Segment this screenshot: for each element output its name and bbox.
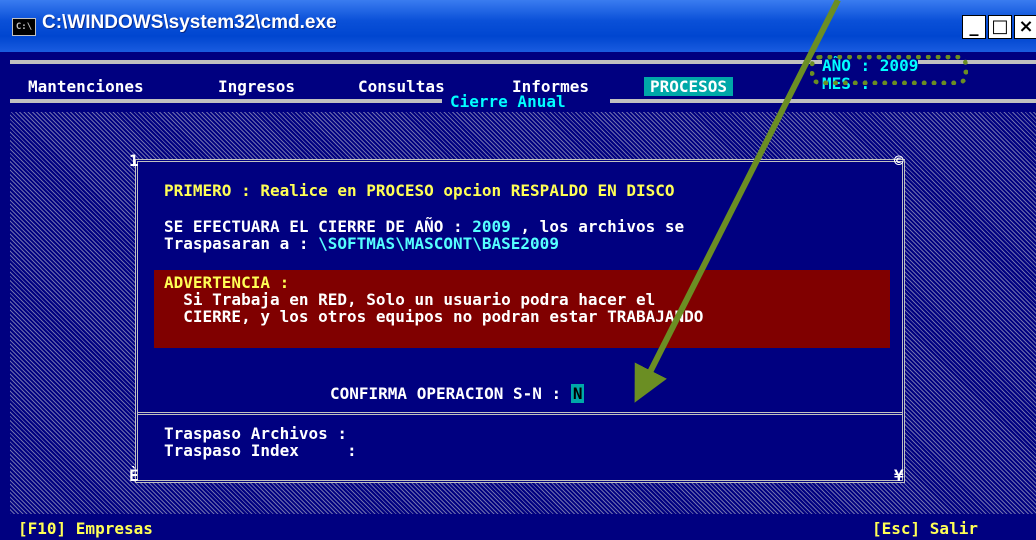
confirm-input[interactable]: N	[570, 384, 585, 403]
transfer-line: Traspasaran a : \SOFTMAS\MASCONT\BASE200…	[164, 235, 559, 252]
close-line: SE EFECTUARA EL CIERRE DE AÑO : 2009 , l…	[164, 218, 684, 235]
section-line-left	[10, 99, 442, 103]
transfer-index-label: Traspaso Index :	[164, 441, 357, 460]
cmd-icon: C:\	[12, 18, 36, 36]
corner-top-left: 1	[129, 151, 139, 170]
confirm-label: CONFIRMA OPERACION S-N :	[330, 384, 571, 403]
corner-bottom-left: È	[129, 466, 139, 485]
menu-item-ingresos[interactable]: Ingresos	[218, 77, 295, 96]
transfer-files-label: Traspaso Archivos :	[164, 424, 348, 443]
section-line-right	[610, 99, 1036, 103]
minimize-button[interactable]: _	[962, 15, 986, 39]
f10-companies-hint[interactable]: [F10] Empresas	[18, 519, 153, 538]
maximize-button[interactable]: □	[988, 15, 1012, 39]
console-area: Mantenciones Ingresos Consultas Informes…	[10, 52, 1036, 540]
warning-line-1: Si Trabaja en RED, Solo un usuario podra…	[164, 290, 656, 309]
esc-exit-hint[interactable]: [Esc] Salir	[872, 519, 978, 538]
close-button[interactable]: ×	[1014, 15, 1036, 39]
status-bar: [F10] Empresas [Esc] Salir	[10, 514, 1036, 540]
dialog-separator	[138, 412, 902, 415]
close-year-dialog: 1 © È ¥ PRIMERO : Realice en PROCESO opc…	[129, 152, 905, 485]
transfer-path: \SOFTMAS\MASCONT\BASE2009	[318, 234, 559, 253]
corner-bottom-right: ¥	[894, 466, 904, 485]
warning-box: ADVERTENCIA : Si Trabaja en RED, Solo un…	[154, 270, 890, 348]
annotation-highlight-box	[810, 55, 968, 85]
confirm-prompt: CONFIRMA OPERACION S-N : N	[330, 384, 585, 403]
step-instruction: PRIMERO : Realice en PROCESO opcion RESP…	[164, 181, 675, 200]
menu-item-consultas[interactable]: Consultas	[358, 77, 445, 96]
menu-item-mantenciones[interactable]: Mantenciones	[28, 77, 144, 96]
transfer-prefix: Traspasaran a :	[164, 234, 319, 253]
window-title: C:\WINDOWS\system32\cmd.exe	[42, 12, 337, 33]
section-title: Cierre Anual	[450, 92, 566, 111]
menu-item-procesos[interactable]: PROCESOS	[644, 77, 734, 96]
corner-top-right: ©	[894, 151, 904, 170]
warning-title: ADVERTENCIA :	[164, 273, 290, 292]
window-titlebar[interactable]: C:\ C:\WINDOWS\system32\cmd.exe _ □ ×	[0, 0, 1036, 52]
warning-line-2: CIERRE, y los otros equipos no podran es…	[164, 307, 704, 326]
